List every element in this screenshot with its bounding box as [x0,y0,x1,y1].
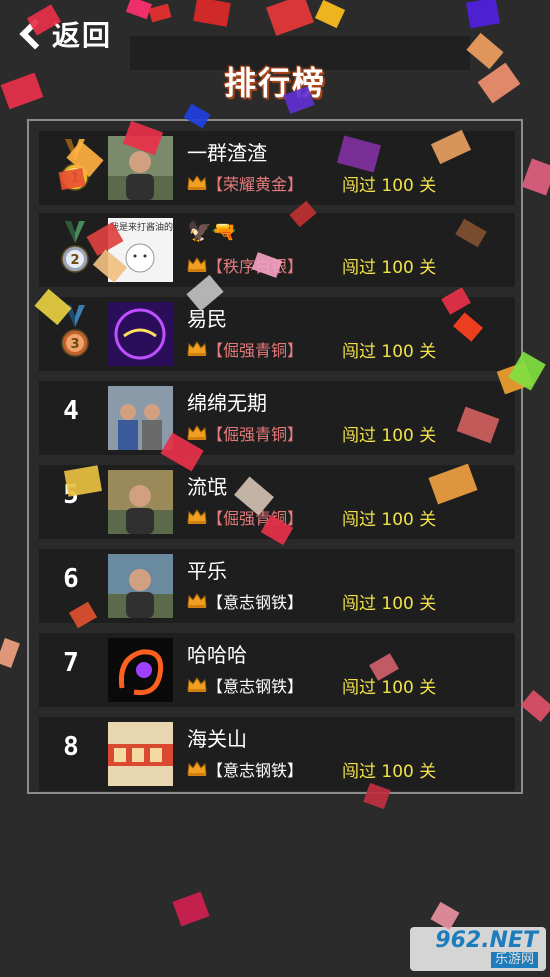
crown-icon [187,592,207,608]
player-name: 易民 [187,307,227,331]
crown-icon [187,676,207,692]
confetti-piece [430,901,460,931]
levels-cleared: 闯过 100 关 [342,510,437,530]
confetti-piece [172,891,210,927]
rank-number: 4 [63,396,79,426]
player-name: 海关山 [187,727,247,751]
player-name: 平乐 [187,559,227,583]
confetti-piece [520,689,550,723]
tier-label: 【意志钢铁】 [207,593,304,612]
avatar [108,638,173,702]
svg-text:2: 2 [70,253,79,268]
avatar-caption: 我是来打酱油的 [110,223,173,233]
leaderboard-row: 6 平乐【意志钢铁】 闯过 100 关 [39,549,515,623]
levels-cleared: 闯过 100 关 [342,342,437,362]
avatar [108,470,173,534]
levels-cleared: 闯过 100 关 [342,176,437,196]
tier-label: 【倔强青铜】 [207,341,304,360]
player-name: 流氓 [187,475,227,499]
tier-label: 【荣耀黄金】 [207,175,304,194]
leaderboard-row: 4 绵绵无期【倔强青铜】 闯过 100 关 [39,381,515,455]
player-name: 哈哈哈 [187,643,247,667]
watermark-logo: 962.NET 乐游网 [410,927,546,971]
rank-number: 7 [63,648,79,678]
avatar [108,722,173,786]
levels-cleared: 闯过 100 关 [342,762,437,782]
watermark-top: 962.NET [435,928,538,953]
leaderboard-panel: 1一群渣渣【荣耀黄金】闯过 100 关2我是来打酱油的🦅🔫【秩序白银】闯过 10… [27,119,523,794]
rank-number: 8 [63,732,79,762]
tier-label: 【倔强青铜】 [207,425,304,444]
crown-icon [187,760,207,776]
leaderboard-row: 7 哈哈哈【意志钢铁】 闯过 100 关 [39,633,515,707]
player-name: 🦅🔫 [187,219,237,243]
crown-icon [187,174,207,190]
avatar [108,554,173,618]
crown-icon [187,508,207,524]
confetti-piece [521,158,550,196]
tier-label: 【意志钢铁】 [207,761,304,780]
crown-icon [187,424,207,440]
watermark-bottom: 乐游网 [490,952,538,968]
player-name: 一群渣渣 [187,141,267,165]
avatar [108,386,173,450]
avatar [108,302,173,366]
crown-icon [187,340,207,356]
page-title: 排行榜 [223,64,326,102]
levels-cleared: 闯过 100 关 [342,678,437,698]
rank-number: 6 [63,564,79,594]
back-label: 返回 [52,19,113,52]
player-name: 绵绵无期 [187,391,267,415]
leaderboard-row: 3 易民【倔强青铜】 闯过 100 关 [39,297,515,371]
silver-medal-icon: 2 [57,221,93,277]
svg-text:3: 3 [70,337,79,352]
levels-cleared: 闯过 100 关 [342,258,437,278]
tier-label: 【意志钢铁】 [207,677,304,696]
levels-cleared: 闯过 100 关 [342,594,437,614]
confetti-piece [0,638,20,668]
crown-icon [187,256,207,272]
levels-cleared: 闯过 100 关 [342,426,437,446]
leaderboard-row: 8 海关山【意志钢铁】 闯过 100 关 [39,717,515,791]
